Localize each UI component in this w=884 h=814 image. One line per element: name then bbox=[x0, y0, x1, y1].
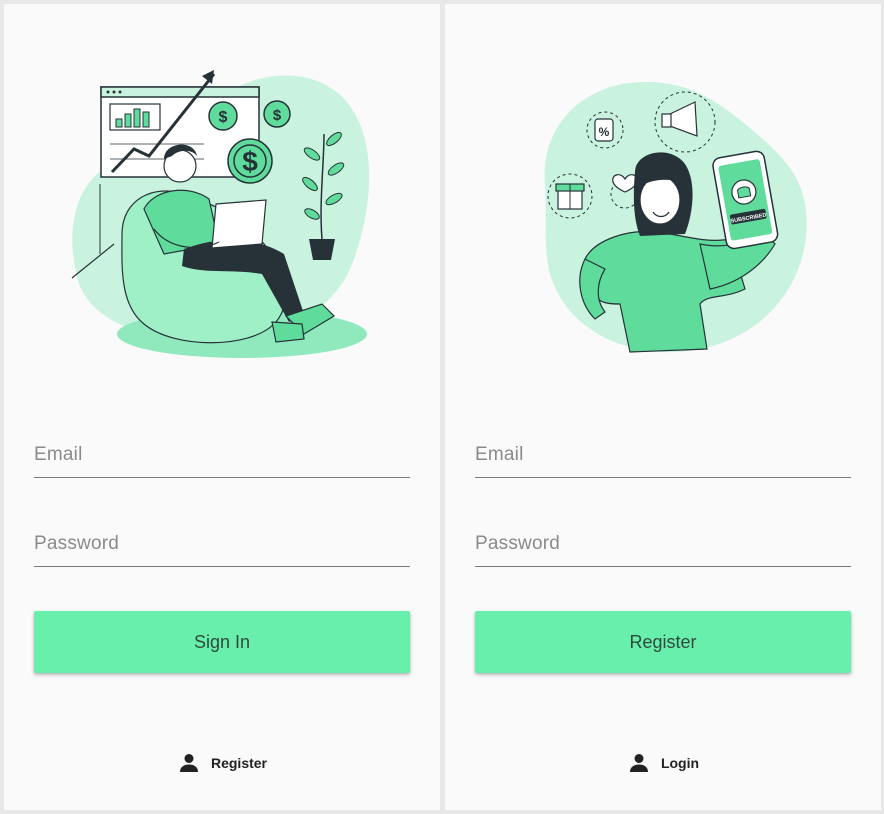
register-button[interactable]: Register bbox=[475, 611, 851, 673]
password-underline bbox=[475, 565, 851, 567]
password-underline bbox=[34, 565, 410, 567]
login-link[interactable]: Login bbox=[445, 750, 881, 776]
person-icon bbox=[179, 754, 198, 772]
register-link-label: Register bbox=[210, 755, 268, 771]
register-screen: % SUBSCRIBED Email Password Register Log… bbox=[445, 4, 881, 810]
svg-text:$: $ bbox=[273, 107, 282, 124]
email-underline bbox=[34, 476, 410, 478]
svg-text:$: $ bbox=[219, 109, 228, 126]
email-field[interactable]: Email bbox=[34, 418, 410, 478]
sign-in-button[interactable]: Sign In bbox=[34, 611, 410, 673]
woman-with-phone-subscribed-illustration: % SUBSCRIBED bbox=[544, 81, 807, 353]
password-field[interactable]: Password bbox=[475, 507, 851, 567]
email-placeholder: Email bbox=[34, 444, 83, 465]
password-field[interactable]: Password bbox=[34, 507, 410, 567]
person-icon bbox=[629, 754, 648, 772]
email-field[interactable]: Email bbox=[475, 418, 851, 478]
email-placeholder: Email bbox=[475, 444, 524, 465]
investor-with-laptop-illustration: $ $ $ bbox=[71, 70, 370, 358]
email-underline bbox=[475, 476, 851, 478]
login-link-label: Login bbox=[660, 755, 700, 771]
password-placeholder: Password bbox=[34, 533, 120, 554]
login-screen: $ $ $ Email Password Sign In Register bbox=[4, 4, 440, 810]
password-placeholder: Password bbox=[475, 533, 561, 554]
register-link[interactable]: Register bbox=[4, 750, 440, 776]
svg-text:$: $ bbox=[242, 146, 258, 177]
percent-tag-text: % bbox=[599, 125, 610, 139]
